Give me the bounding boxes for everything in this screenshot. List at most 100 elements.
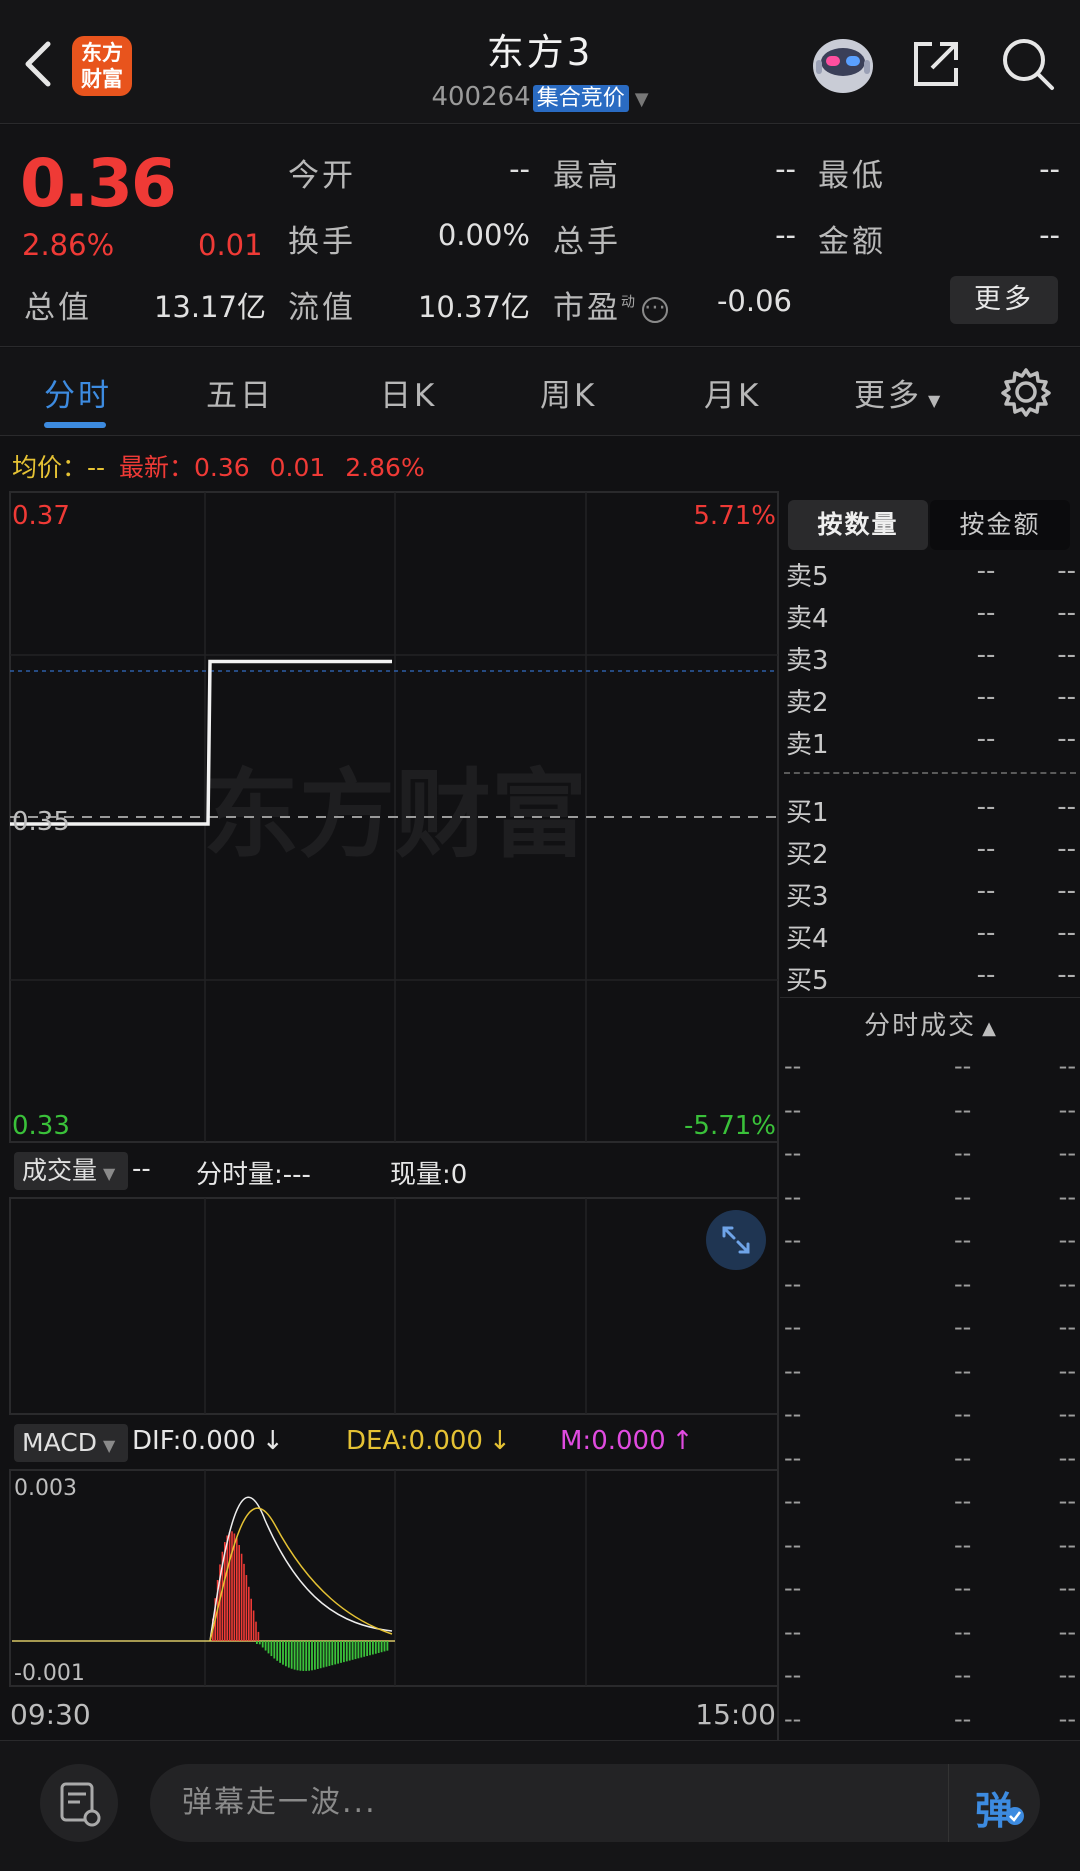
gear-icon <box>1001 368 1051 417</box>
sell-order-label: 卖5 <box>786 562 829 592</box>
expand-chart-button[interactable] <box>706 1210 766 1270</box>
back-button[interactable] <box>18 36 58 92</box>
tab-daily-k[interactable]: 日K <box>380 370 437 415</box>
open-value: -- <box>509 152 530 186</box>
tick-time: -- <box>784 1226 802 1254</box>
macd-bar-negative <box>311 1641 313 1671</box>
macd-bar-negative <box>345 1641 348 1662</box>
tick-volume: -- <box>1058 1574 1076 1602</box>
tick-price: -- <box>954 1617 972 1646</box>
time-sales-row: -- -- -- <box>784 1705 1076 1745</box>
tick-time: -- <box>784 1139 802 1167</box>
current-volume-label: 现量: <box>390 1160 451 1190</box>
buy-order-label: 买3 <box>786 882 829 912</box>
macd-indicator-select[interactable]: MACD ▼ <box>14 1424 128 1462</box>
macd-bar-negative <box>343 1641 345 1663</box>
macd-bar-negative <box>325 1641 328 1667</box>
macd-bar-negative <box>354 1641 357 1660</box>
pct-axis-top-label: 5.71% <box>693 501 776 531</box>
sell-order-price: -- <box>976 640 996 670</box>
robot-icon <box>813 39 873 93</box>
pe-label[interactable]: 市盈动 ⋯ <box>553 282 668 327</box>
arrow-down-icon: ↓ <box>488 1426 511 1456</box>
tick-volume: -- <box>1058 1704 1076 1733</box>
macd-bar-positive <box>233 1533 236 1641</box>
macd-bar-positive <box>240 1553 243 1641</box>
chart-settings-button[interactable] <box>1000 366 1052 418</box>
low-label: 最低 <box>818 158 886 194</box>
tick-price: -- <box>954 1052 972 1080</box>
buy-order-label: 买5 <box>786 966 829 996</box>
macd-bar-positive <box>226 1535 228 1641</box>
tick-volume: -- <box>1058 1443 1076 1472</box>
time-sales-row: -- -- -- <box>784 1444 1076 1484</box>
tick-time: -- <box>784 1313 802 1341</box>
macd-y-top-label: 0.003 <box>14 1476 77 1501</box>
macd-bar-positive <box>231 1531 233 1641</box>
caret-down-icon: ▼ <box>928 391 944 410</box>
tick-price: -- <box>954 1095 972 1124</box>
macd-bar-positive <box>250 1598 252 1641</box>
danmu-input[interactable]: 弹幕走一波... <box>150 1764 1040 1842</box>
tab-five-day[interactable]: 五日 <box>206 370 274 415</box>
robot-assistant-button[interactable] <box>810 32 876 96</box>
buy-order-row: 买5 -- -- <box>786 960 1076 1002</box>
stock-subtitle[interactable]: 400264 集合竞价 ▼ <box>340 80 740 112</box>
buy-order-volume: -- <box>1057 918 1076 948</box>
mktcap-label: 总值 <box>24 290 92 326</box>
period-volume-value: --- <box>282 1160 311 1190</box>
macd-bar-negative <box>348 1641 351 1661</box>
macd-bar-negative <box>314 1641 316 1670</box>
tab-more[interactable]: 更多 ▼ <box>854 370 943 415</box>
macd-bar-negative <box>305 1641 308 1671</box>
change-percent: 2.86% <box>22 228 115 262</box>
tab-weekly-k[interactable]: 周K <box>540 370 597 415</box>
orderbook-tab-amount[interactable]: 按金额 <box>930 500 1070 550</box>
float-label: 流值 <box>288 290 356 326</box>
pct-axis-bottom-label: -5.71% <box>684 1111 776 1141</box>
search-button[interactable] <box>1000 36 1056 92</box>
tick-price: -- <box>954 1400 972 1428</box>
macd-bar-negative <box>328 1641 331 1666</box>
macd-chart-frame <box>9 1469 779 1687</box>
stock-name: 东方3 <box>486 31 594 74</box>
active-tab-indicator <box>44 422 106 428</box>
price-info-line: 均价：-- 最新：0.36 0.01 2.86% <box>12 448 425 484</box>
danmu-send-button[interactable]: 弹 <box>948 1764 1040 1842</box>
time-axis-start: 09:30 <box>10 1698 91 1731</box>
time-sales-toggle[interactable]: 分时成交 ▲ <box>786 1005 1076 1042</box>
tick-price: -- <box>954 1443 972 1472</box>
tab-intraday[interactable]: 分时 <box>44 370 112 415</box>
macd-bar-negative <box>334 1641 337 1665</box>
note-button[interactable] <box>40 1764 118 1842</box>
time-sales-row: -- -- -- <box>784 1313 1076 1353</box>
sell-order-price: -- <box>976 724 996 754</box>
watermark: 东方财富 <box>203 759 587 871</box>
tick-time: -- <box>784 1443 802 1472</box>
quote-more-button[interactable]: 更多 <box>950 276 1058 324</box>
tab-monthly-k[interactable]: 月K <box>704 370 761 415</box>
orderbook-tab-quantity[interactable]: 按数量 <box>788 500 928 550</box>
caret-down-icon: ▼ <box>103 1164 116 1183</box>
app-logo: 东方 财富 <box>72 36 132 96</box>
macd-bar-negative <box>308 1641 310 1671</box>
buy-order-price: -- <box>976 834 996 864</box>
y-axis-top-label: 0.37 <box>12 501 70 531</box>
volume-indicator-select[interactable]: 成交量 ▼ <box>14 1152 128 1190</box>
tick-price: -- <box>954 1356 972 1385</box>
pe-dynamic-sup: 动 <box>621 294 638 311</box>
sell-order-row: 卖3 -- -- <box>786 640 1076 682</box>
macd-bar-negative <box>290 1641 293 1669</box>
macd-bar-negative <box>369 1641 371 1656</box>
time-sales-row: -- -- -- <box>784 1183 1076 1223</box>
share-button[interactable] <box>910 38 962 90</box>
macd-y-bottom-label: -0.001 <box>14 1661 85 1686</box>
buy-order-row: 买2 -- -- <box>786 834 1076 876</box>
high-label: 最高 <box>553 158 621 194</box>
stock-code: 400264 <box>431 82 531 112</box>
sell-order-label: 卖3 <box>786 646 829 676</box>
time-sales-row: -- -- -- <box>784 1052 1076 1092</box>
buy-order-label: 买2 <box>786 840 829 870</box>
tick-price: -- <box>954 1530 972 1559</box>
tick-price: -- <box>954 1313 972 1341</box>
